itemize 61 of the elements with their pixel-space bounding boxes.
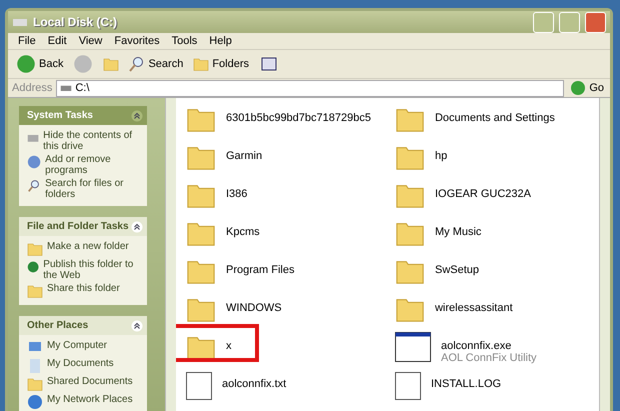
folder-entry[interactable]: Documents and Settings bbox=[394, 100, 599, 138]
search-icon bbox=[129, 56, 146, 72]
application-window-icon bbox=[394, 332, 431, 362]
folder-icon bbox=[193, 56, 210, 72]
address-label: Address bbox=[12, 82, 52, 94]
maximize-button[interactable] bbox=[559, 12, 580, 32]
minimize-button[interactable] bbox=[533, 12, 554, 32]
folder-entry[interactable]: wirelessassitant bbox=[394, 290, 599, 328]
program-entry[interactable]: aolconnfix.exe AOL ConnFix Utility bbox=[394, 328, 599, 366]
text-document-icon bbox=[186, 370, 212, 400]
menu-item[interactable]: File bbox=[12, 35, 42, 47]
documents-icon bbox=[27, 358, 43, 374]
folder-entry[interactable]: hp bbox=[394, 138, 599, 176]
task-link[interactable]: Publish this folder to the Web bbox=[27, 259, 143, 281]
folder-entry[interactable]: WINDOWS bbox=[186, 290, 371, 328]
folder-entry[interactable]: IOGEAR GUC232A bbox=[394, 176, 599, 214]
menu-item[interactable]: Help bbox=[203, 35, 238, 47]
panel-header[interactable]: File and Folder Tasks bbox=[19, 217, 147, 236]
folder-entry[interactable]: Program Files bbox=[186, 252, 371, 290]
collapse-icon bbox=[131, 320, 143, 332]
text-document-icon bbox=[394, 370, 421, 400]
folder-icon bbox=[27, 241, 43, 257]
document-entry[interactable]: aolconnfix.txt bbox=[186, 366, 371, 404]
search-icon bbox=[27, 178, 42, 194]
scrollbar[interactable] bbox=[599, 98, 610, 411]
folders-button[interactable]: Folders bbox=[191, 54, 252, 74]
scrollbar[interactable] bbox=[165, 98, 176, 411]
task-link[interactable]: Hide the contents of this drive bbox=[27, 130, 143, 152]
folder-entry[interactable]: 6301b5bc99bd7bc718729bc5 bbox=[186, 100, 371, 138]
panel-header[interactable]: Other Places bbox=[19, 316, 147, 335]
task-link[interactable]: Search for files or folders bbox=[27, 178, 143, 200]
folder-entry[interactable]: Garmin bbox=[186, 138, 371, 176]
go-button[interactable]: Go bbox=[568, 78, 606, 98]
views-icon bbox=[259, 56, 280, 72]
collapse-icon bbox=[131, 220, 143, 232]
address-field[interactable]: C:\ bbox=[56, 80, 564, 96]
task-link[interactable]: Make a new folder bbox=[27, 241, 143, 257]
close-button[interactable] bbox=[585, 12, 606, 32]
task-link[interactable]: Share this folder bbox=[27, 283, 143, 299]
folder-entry[interactable]: x bbox=[186, 328, 371, 366]
task-link[interactable]: My Computer bbox=[27, 340, 143, 356]
task-link[interactable]: Add or remove programs bbox=[27, 154, 143, 176]
document-entry[interactable]: INSTALL.LOG bbox=[394, 366, 599, 404]
menu-item[interactable]: Favorites bbox=[108, 35, 166, 47]
search-button[interactable]: Search bbox=[127, 54, 186, 74]
collapse-icon bbox=[131, 110, 143, 122]
folder-entry[interactable]: I386 bbox=[186, 176, 371, 214]
folder-icon bbox=[27, 283, 43, 299]
task-link[interactable]: My Network Places bbox=[27, 394, 143, 410]
menu-item[interactable]: Edit bbox=[42, 35, 73, 47]
folder-icon bbox=[103, 56, 120, 72]
menu-item[interactable]: Tools bbox=[166, 35, 204, 47]
folder-icon bbox=[27, 376, 43, 392]
menu-item[interactable]: View bbox=[72, 35, 108, 47]
folder-entry[interactable]: SwSetup bbox=[394, 252, 599, 290]
task-link[interactable]: Shared Documents bbox=[27, 376, 143, 392]
window-title: Local Disk (C:) bbox=[33, 15, 118, 29]
back-button[interactable]: Back bbox=[14, 52, 66, 76]
folder-entry[interactable]: Kpcms bbox=[186, 214, 371, 252]
folder-entry[interactable]: My Music bbox=[394, 214, 599, 252]
task-link[interactable]: My Documents bbox=[27, 358, 143, 374]
